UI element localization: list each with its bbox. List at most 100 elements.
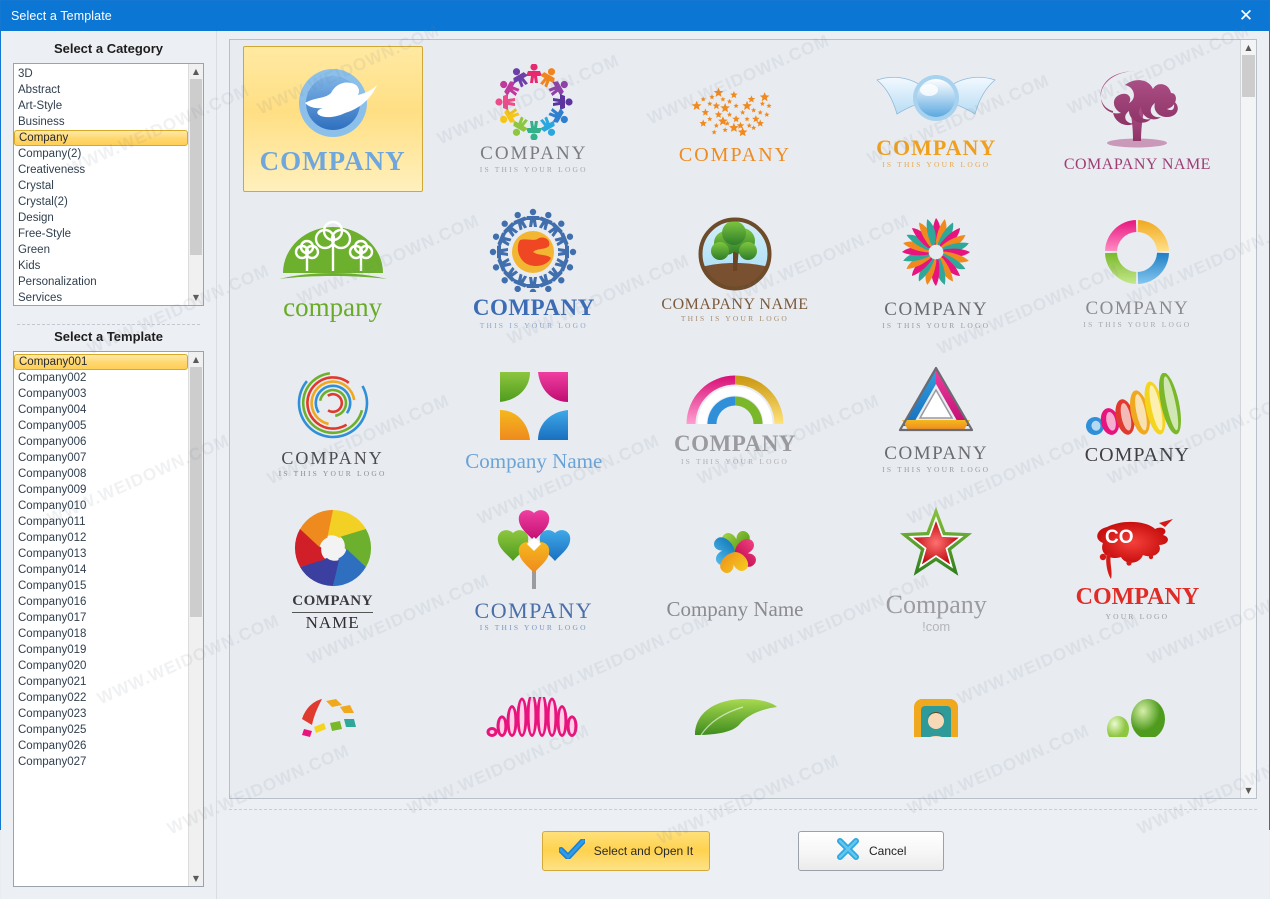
thumbnail-title: COMPANY: [1084, 443, 1190, 466]
template-item[interactable]: Company015: [14, 578, 188, 594]
category-item[interactable]: Art-Style: [14, 98, 188, 114]
heart-clover-icon: [695, 518, 775, 594]
template-item[interactable]: Company004: [14, 402, 188, 418]
thumbnail-subtitle: !com: [922, 618, 951, 634]
template-thumbnail[interactable]: company: [232, 194, 433, 344]
scroll-up-icon[interactable]: ▲: [189, 352, 203, 367]
category-scrollbar[interactable]: ▲ ▼: [188, 64, 203, 305]
template-thumbnail[interactable]: [836, 644, 1037, 794]
template-item[interactable]: Company012: [14, 530, 188, 546]
template-item[interactable]: Company002: [14, 370, 188, 386]
category-item[interactable]: Company(2): [14, 146, 188, 162]
category-item[interactable]: Crystal: [14, 178, 188, 194]
template-thumbnail[interactable]: COMPANY IS THIS YOUR LOGO: [836, 44, 1037, 194]
template-thumbnail[interactable]: COMPANY IS THIS YOUR LOGO: [836, 344, 1037, 494]
template-thumbnail[interactable]: COMPANY IS THIS YOUR LOGO: [232, 344, 433, 494]
heart-diamond-icon: [493, 507, 575, 595]
category-item[interactable]: Creativeness: [14, 162, 188, 178]
template-item[interactable]: Company025: [14, 722, 188, 738]
template-item[interactable]: Company006: [14, 434, 188, 450]
star-swarm-icon: [685, 73, 785, 141]
template-item[interactable]: Company011: [14, 514, 188, 530]
template-item[interactable]: Company027: [14, 754, 188, 770]
template-item[interactable]: Company023: [14, 706, 188, 722]
category-item[interactable]: Services: [14, 290, 188, 305]
category-item[interactable]: Company: [14, 130, 188, 146]
template-item[interactable]: Company010: [14, 498, 188, 514]
scroll-down-icon[interactable]: ▼: [1241, 783, 1256, 798]
template-item[interactable]: Company009: [14, 482, 188, 498]
thumbnail-subtitle: IS THIS YOUR LOGO: [882, 321, 991, 331]
template-item[interactable]: Company016: [14, 594, 188, 610]
template-thumbnail[interactable]: COMPANY IS THIS YOUR LOGO: [433, 494, 634, 644]
template-thumbnail[interactable]: COMPANY IS THIS YOUR LOGO: [836, 194, 1037, 344]
template-thumbnail[interactable]: COMPANY NAME: [232, 494, 433, 644]
template-item[interactable]: Company007: [14, 450, 188, 466]
close-icon[interactable]: ✕: [1223, 1, 1269, 31]
template-item[interactable]: Company018: [14, 626, 188, 642]
template-thumbnail[interactable]: [634, 644, 835, 794]
category-item[interactable]: Personalization: [14, 274, 188, 290]
template-item[interactable]: Company005: [14, 418, 188, 434]
template-thumbnail[interactable]: COMPANY: [232, 44, 433, 194]
scroll-down-icon[interactable]: ▼: [189, 290, 203, 305]
category-item[interactable]: Abstract: [14, 82, 188, 98]
sun-burst-icon: [892, 208, 980, 296]
template-item[interactable]: Company020: [14, 658, 188, 674]
category-scroll-track[interactable]: [189, 79, 203, 290]
template-thumbnail[interactable]: [232, 644, 433, 794]
category-scroll-thumb[interactable]: [190, 79, 202, 255]
template-item[interactable]: Company019: [14, 642, 188, 658]
template-scroll-thumb[interactable]: [190, 367, 202, 617]
template-thumbnail[interactable]: COMPANY: [1037, 344, 1238, 494]
template-thumbnail[interactable]: Company !com: [836, 494, 1037, 644]
category-item[interactable]: Business: [14, 114, 188, 130]
category-item[interactable]: Free-Style: [14, 226, 188, 242]
template-thumbnail[interactable]: COMAPANY NAME THIS IS YOUR LOGO: [634, 194, 835, 344]
template-thumbnail[interactable]: COMPANY IS THIS YOUR LOGO: [433, 44, 634, 194]
template-item[interactable]: Company003: [14, 386, 188, 402]
category-listbox[interactable]: 3D Abstract Art-Style Business Company Compan…: [13, 63, 204, 306]
right-panel: COMPANY COMPANY IS THIS YOUR LOGO COMPANY CO…: [217, 31, 1269, 899]
template-item[interactable]: Company026: [14, 738, 188, 754]
template-thumbnail[interactable]: COMAPANY NAME: [1037, 44, 1238, 194]
template-thumbnail[interactable]: COMPANY IS THIS YOUR LOGO: [1037, 194, 1238, 344]
thumbnail-caption: COMPANY IS THIS YOUR LOGO: [882, 444, 990, 474]
template-thumbnail[interactable]: COMPANY IS THIS YOUR LOGO: [634, 344, 835, 494]
template-thumbnail[interactable]: COMPANY THIS IS YOUR LOGO: [433, 194, 634, 344]
template-scrollbar[interactable]: ▲ ▼: [188, 352, 203, 886]
template-thumbnail[interactable]: CO COMPANY YOUR LOGO: [1037, 494, 1238, 644]
template-item[interactable]: Company014: [14, 562, 188, 578]
category-item[interactable]: Design: [14, 210, 188, 226]
template-item[interactable]: Company008: [14, 466, 188, 482]
category-item[interactable]: 3D: [14, 66, 188, 82]
template-thumbnail[interactable]: Company Name: [634, 494, 835, 644]
gallery-scroll-thumb[interactable]: [1242, 55, 1255, 97]
svg-text:CO: CO: [1105, 527, 1134, 548]
scroll-down-icon[interactable]: ▼: [189, 871, 203, 886]
quad-ring-icon: [1094, 209, 1180, 295]
template-thumbnail[interactable]: [1037, 644, 1238, 794]
category-item[interactable]: Green: [14, 242, 188, 258]
template-item[interactable]: Company001: [14, 354, 188, 370]
template-listbox[interactable]: Company001 Company002 Company003 Company004…: [13, 351, 204, 887]
thumbnail-subtitle: YOUR LOGO: [1105, 611, 1170, 621]
select-and-open-button[interactable]: Select and Open It: [541, 830, 711, 871]
rainbow-wave-icon: [1085, 372, 1189, 441]
category-item[interactable]: Kids: [14, 258, 188, 274]
template-thumbnail[interactable]: COMPANY: [634, 44, 835, 194]
template-scroll-track[interactable]: [189, 367, 203, 871]
template-thumbnail[interactable]: Company Name: [433, 344, 634, 494]
template-item[interactable]: Company022: [14, 690, 188, 706]
thumbnail-title: company: [283, 291, 383, 322]
scroll-up-icon[interactable]: ▲: [1241, 40, 1256, 55]
template-item[interactable]: Company017: [14, 610, 188, 626]
gallery-scrollbar[interactable]: ▲ ▼: [1240, 40, 1256, 798]
category-item[interactable]: Crystal(2): [14, 194, 188, 210]
gallery-scroll-track[interactable]: [1241, 55, 1256, 783]
template-thumbnail[interactable]: [433, 644, 634, 794]
cancel-button[interactable]: Cancel: [798, 830, 945, 871]
template-item[interactable]: Company013: [14, 546, 188, 562]
scroll-up-icon[interactable]: ▲: [189, 64, 203, 79]
template-item[interactable]: Company021: [14, 674, 188, 690]
